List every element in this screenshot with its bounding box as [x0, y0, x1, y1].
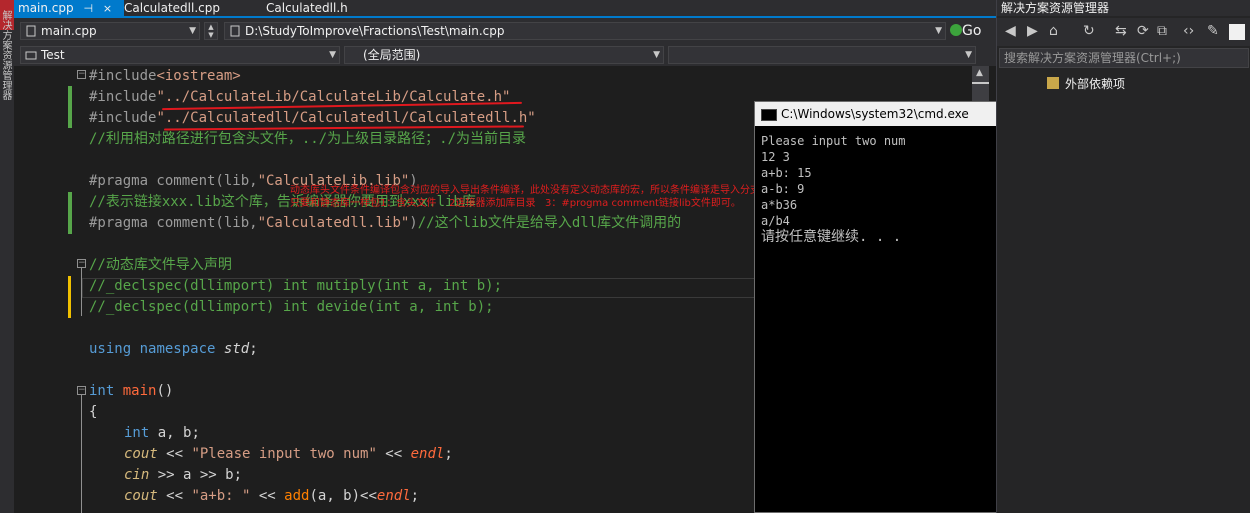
code-line: cout << "Please input two num" << endl; [124, 446, 453, 462]
cmd-title: C:\Windows\system32\cmd.exe [781, 107, 969, 121]
go-button[interactable]: Go [950, 21, 990, 41]
preview-icon[interactable] [1229, 24, 1245, 40]
sync-icon[interactable]: ⇆ [1115, 23, 1127, 39]
go-arrow-icon [950, 24, 962, 36]
console-line: Please input two num [761, 134, 906, 148]
console-line: 12 3 [761, 150, 790, 164]
scope-combo[interactable]: (全局范围) ▼ [344, 46, 664, 64]
cmd-window[interactable]: C:\Windows\system32\cmd.exe Please input… [754, 101, 1002, 513]
console-line: a-b: 9 [761, 182, 805, 196]
member-combo[interactable]: ▼ [668, 46, 976, 64]
solution-toolbar: ◀ ▶ ⌂ ↻ ⇆ ⟳ ⧉ ‹› ✎ [997, 18, 1250, 46]
change-indicator [68, 192, 72, 234]
fold-guide [81, 395, 82, 513]
console-line: a/b4 [761, 214, 790, 228]
scope-combo-value: (全局范围) [363, 48, 421, 62]
solution-search-input[interactable]: 搜索解决方案资源管理器(Ctrl+;) [999, 48, 1249, 68]
back-icon[interactable]: ◀ [1005, 23, 1016, 39]
pin-icon[interactable]: ⊣ [83, 1, 93, 17]
console-icon [761, 109, 777, 121]
fold-toggle[interactable]: − [77, 386, 86, 395]
side-tab-label: 解决方案资源管理器 [0, 10, 11, 100]
file-icon [26, 25, 36, 37]
fold-toggle[interactable]: − [77, 259, 86, 268]
fold-toggle[interactable]: − [77, 70, 86, 79]
solution-explorer: 解决方案资源管理器 ◀ ▶ ⌂ ↻ ⇆ ⟳ ⧉ ‹› ✎ 搜索解决方案资源管理器… [996, 0, 1250, 513]
scroll-up-icon[interactable]: ▲ [976, 68, 983, 78]
console-line: 请按任意键继续. . . [761, 229, 902, 245]
project-combo[interactable]: Test ▼ [20, 46, 340, 64]
chevron-down-icon: ▼ [935, 26, 942, 36]
solution-explorer-side-tab[interactable]: 解决方案资源管理器 [0, 0, 15, 513]
properties-icon[interactable]: ✎ [1207, 23, 1219, 39]
path-combo-value: D:\StudyToImprove\Fractions\Test\main.cp… [245, 24, 505, 38]
chevron-down-icon: ▼ [329, 50, 336, 60]
console-line: a*b36 [761, 198, 798, 212]
code-line: using namespace std; [89, 341, 258, 357]
close-icon[interactable]: × [103, 1, 112, 17]
code-line: //_declspec(dllimport) int devide(int a,… [89, 299, 494, 315]
document-tab-bar: main.cpp ⊣ × Calculatedll.cpp Calculated… [14, 0, 996, 16]
go-label: Go [962, 23, 982, 39]
project-icon [25, 51, 37, 60]
cmd-title-bar[interactable]: C:\Windows\system32\cmd.exe [755, 102, 1001, 126]
path-combo[interactable]: D:\StudyToImprove\Fractions\Test\main.cp… [224, 22, 946, 40]
code-line: //利用相对路径进行包含头文件，../为上级目录路径；./为当前目录 [89, 131, 526, 147]
change-indicator [68, 86, 72, 128]
refresh-icon[interactable]: ⟳ [1137, 23, 1149, 39]
code-line: { [89, 404, 98, 420]
file-combo-value: main.cpp [41, 24, 97, 38]
code-view-icon[interactable]: ‹› [1183, 23, 1194, 39]
tree-item-external-deps[interactable]: 外部依赖项 [1047, 75, 1125, 93]
chevron-down-icon: ▼ [189, 26, 196, 36]
forward-icon[interactable]: ▶ [1027, 23, 1038, 39]
code-line: #pragma comment(lib,"Calculatedll.lib")/… [89, 215, 682, 231]
code-line: #include<iostream> [89, 68, 241, 84]
code-line: int a, b; [124, 425, 200, 441]
split-spinner[interactable]: ▲ ▼ [204, 22, 218, 40]
split-handle[interactable] [972, 82, 989, 84]
tab-calculatedll-h[interactable]: Calculatedll.h [262, 0, 392, 16]
console-line: a+b: 15 [761, 166, 812, 180]
tab-label: Calculatedll.h [266, 1, 348, 15]
code-line: cin >> a >> b; [124, 467, 243, 483]
history-icon[interactable]: ↻ [1083, 23, 1095, 39]
code-line: //_declspec(dllimport) int mutiply(int a… [89, 278, 503, 294]
file-combo[interactable]: main.cpp ▼ [20, 22, 200, 40]
tab-main-cpp[interactable]: main.cpp ⊣ × [14, 0, 124, 16]
code-line: //动态库文件导入声明 [89, 257, 232, 273]
code-line: cout << "a+b: " << add(a, b)<<endl; [124, 488, 420, 504]
code-line: int main() [89, 383, 174, 399]
collapse-all-icon[interactable]: ⧉ [1157, 23, 1167, 39]
navigation-bar: main.cpp ▼ ▲ ▼ D:\StudyToImprove\Fraction… [14, 18, 996, 44]
tab-calculatedll-cpp[interactable]: Calculatedll.cpp [120, 0, 250, 16]
tab-label: Calculatedll.cpp [124, 1, 220, 15]
folder-icon [1047, 77, 1059, 89]
home-icon[interactable]: ⌂ [1049, 23, 1058, 39]
chevron-down-icon: ▼ [965, 50, 972, 60]
project-combo-value: Test [41, 48, 65, 62]
chevron-down-icon: ▼ [653, 50, 660, 60]
file-icon [230, 25, 240, 37]
tab-label: main.cpp [18, 1, 74, 15]
change-indicator [68, 276, 71, 318]
panel-title: 解决方案资源管理器 [997, 0, 1250, 16]
scope-bar: Test ▼ (全局范围) ▼ ▼ [14, 44, 996, 66]
